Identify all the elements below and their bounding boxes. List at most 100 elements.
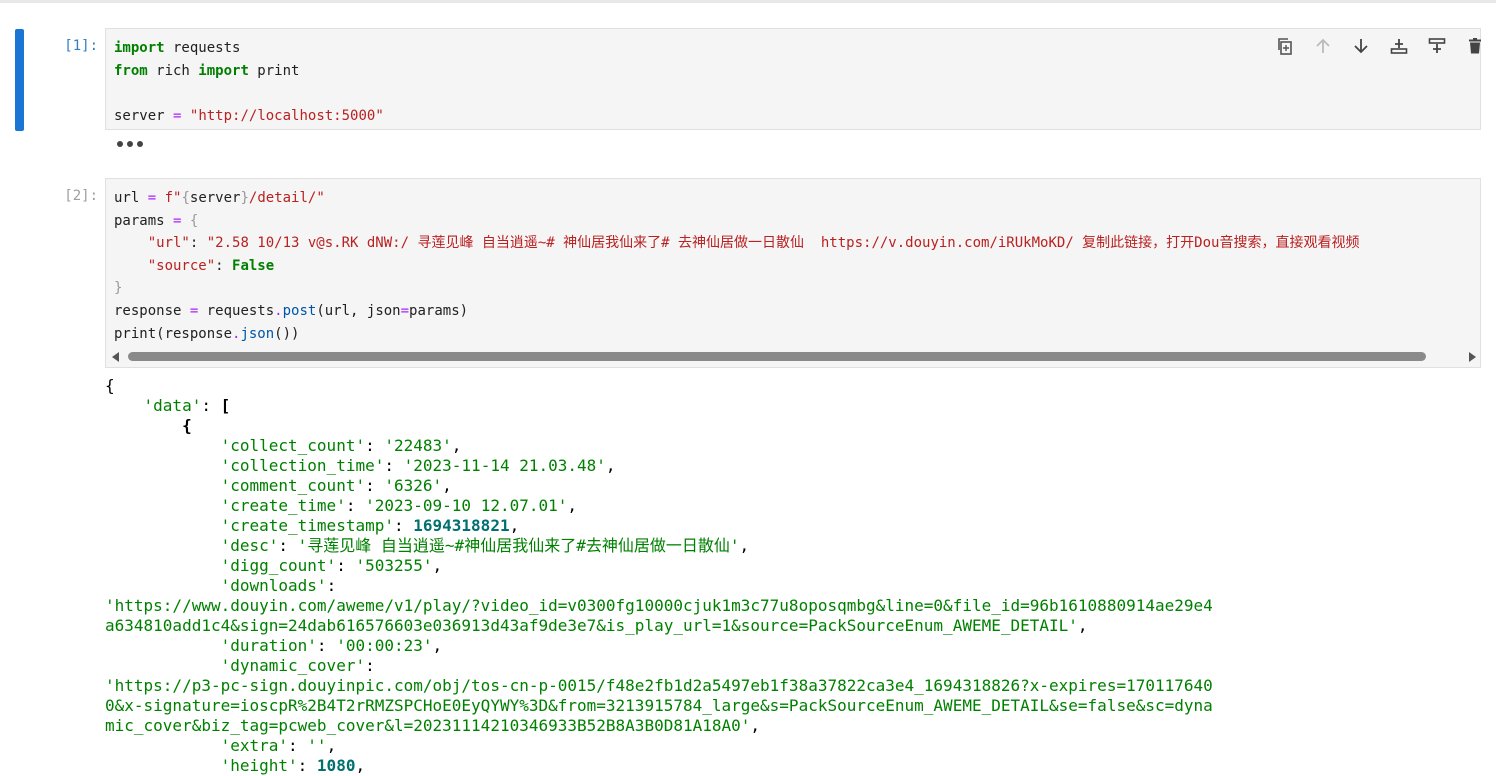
move-up-button[interactable]	[1304, 35, 1342, 57]
code-line: }	[114, 277, 1359, 300]
output-line: 0&x-signature=ioscpR%2B4T2rRMZSPCHoE0EyQ…	[105, 696, 1485, 716]
code-token: '6326'	[384, 476, 443, 495]
code-token: :	[201, 396, 221, 415]
insert-above-icon	[1390, 39, 1408, 54]
code-token: }	[114, 280, 123, 297]
code-token: =	[147, 190, 157, 206]
output-line: 'extra': '',	[105, 736, 1485, 756]
code-token: :	[278, 536, 298, 555]
cell-2-prompt: [2]:	[64, 188, 98, 204]
code-token: "http://localhost:5000"	[189, 107, 384, 124]
output-line: 'collection_time': '2023-11-14 21.03.48'…	[105, 456, 1485, 476]
code-token: ,	[509, 516, 520, 535]
code-token: [	[220, 396, 231, 415]
code-token: :	[297, 756, 317, 775]
code-token: 'create_time'	[220, 496, 346, 515]
code-token: 'https://www.douyin.com/aweme/v1/play/?v…	[105, 596, 1213, 615]
code-token: url	[114, 190, 148, 206]
horizontal-scrollbar[interactable]	[106, 349, 1480, 363]
code-token: '503255'	[355, 556, 433, 575]
scroll-right-arrow-icon[interactable]	[1469, 352, 1476, 362]
output-line: 'create_time': '2023-09-10 12.07.01',	[105, 496, 1485, 516]
output-line: 'comment_count': '6326',	[105, 476, 1485, 496]
code-token: ,	[442, 476, 452, 495]
duplicate-cell-button[interactable]	[1266, 35, 1304, 57]
delete-cell-button[interactable]	[1456, 35, 1494, 57]
code-token: =	[400, 302, 410, 319]
code-token: ,	[432, 556, 443, 575]
code-token: '寻莲见峰 自当逍遥~#神仙居我仙来了#去神仙居做一日散仙'	[297, 536, 740, 555]
code-token: (url, json	[316, 302, 401, 319]
cell-2-code[interactable]: url = f"{server}/detail/" params = { "url…	[114, 187, 1359, 345]
code-token: 1694318821	[413, 516, 510, 535]
collapsed-output-ellipsis[interactable]	[117, 141, 143, 147]
code-token: json	[240, 325, 275, 342]
code-line: params = {	[114, 210, 1359, 233]
cell-2-editor[interactable]: url = f"{server}/detail/" params = { "url…	[105, 178, 1481, 368]
code-token: ,	[567, 496, 578, 515]
code-line: "source": False	[114, 255, 1359, 278]
code-token: server	[189, 190, 241, 206]
code-line: from rich import print	[114, 60, 384, 83]
output-line: 'dynamic_cover':	[105, 656, 1485, 676]
code-token: "source"	[147, 257, 216, 274]
ellipsis-dot	[117, 141, 123, 147]
insert-below-icon	[1428, 38, 1446, 53]
notebook-panel: [1]: import requests from rich import pri…	[0, 0, 1496, 776]
code-token: from	[114, 62, 148, 79]
code-token: 'comment_count'	[220, 476, 366, 495]
move-down-icon	[1354, 39, 1368, 54]
code-token: .	[274, 302, 283, 319]
code-token: 'extra'	[220, 736, 289, 755]
code-token: import	[198, 62, 249, 79]
cell-1-code[interactable]: import requestsfrom rich import print​se…	[114, 37, 384, 127]
code-token: :	[316, 636, 337, 655]
code-token: '22483'	[384, 436, 452, 455]
code-token: ,	[326, 736, 337, 755]
code-token: params)	[409, 302, 469, 319]
code-token: 'collect_count'	[220, 436, 366, 455]
code-token: 'dynamic_cover'	[220, 656, 366, 675]
code-token: ,	[355, 756, 366, 775]
code-line: import requests	[114, 37, 384, 60]
code-token: {	[182, 416, 192, 435]
code-token: 1080	[316, 756, 356, 775]
insert-below-button[interactable]	[1418, 35, 1456, 57]
code-token: 'https://p3-pc-sign.douyinpic.com/obj/to…	[105, 676, 1213, 695]
code-token: :	[393, 516, 414, 535]
code-token: :	[288, 736, 308, 755]
output-line: 'height': 1080,	[105, 756, 1485, 776]
scroll-left-arrow-icon[interactable]	[112, 352, 119, 362]
insert-above-button[interactable]	[1380, 35, 1418, 57]
move-down-button[interactable]	[1342, 35, 1380, 57]
scrollbar-thumb[interactable]	[128, 352, 1426, 361]
code-token: ,	[739, 536, 750, 555]
code-token: "url"	[147, 235, 190, 252]
code-token: params	[114, 212, 174, 229]
duplicate-icon	[1278, 38, 1292, 55]
code-token: :	[336, 556, 356, 575]
code-line: print(response.json())	[114, 323, 1359, 346]
code-line: server = "http://localhost:5000"	[114, 105, 384, 128]
delete-icon	[1469, 38, 1481, 54]
code-token: {	[181, 190, 190, 206]
code-line: ​	[114, 82, 384, 105]
code-token: requests	[198, 302, 275, 319]
move-up-icon	[1316, 38, 1330, 53]
code-token: ,	[451, 436, 462, 455]
code-token: False	[232, 257, 275, 274]
code-token: response	[114, 302, 190, 319]
code-token: f"	[164, 190, 182, 206]
code-token: :	[215, 257, 233, 274]
code-token: rich	[147, 62, 199, 79]
code-token: requests	[164, 40, 241, 56]
code-token: 'downloads'	[220, 576, 327, 595]
